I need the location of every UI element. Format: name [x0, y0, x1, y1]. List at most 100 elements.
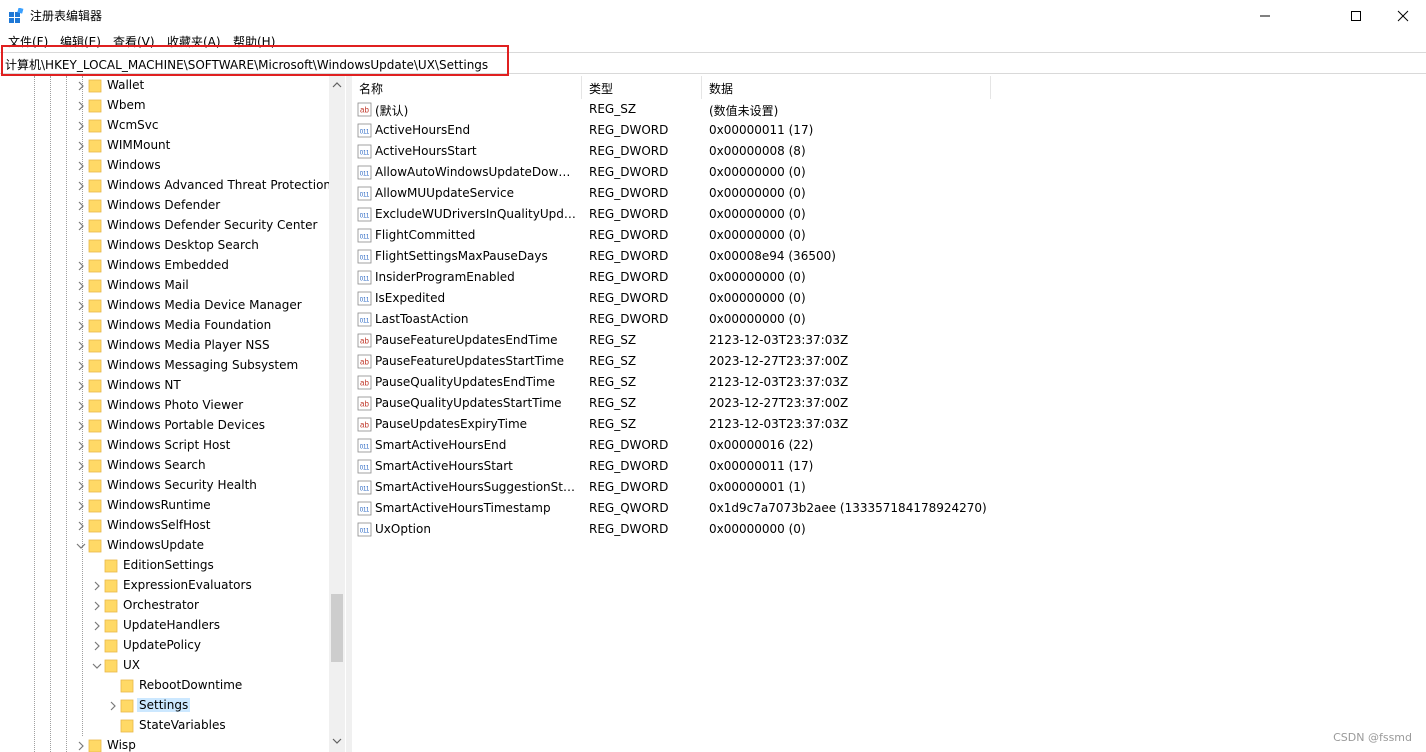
- tree-item[interactable]: Orchestrator: [0, 596, 330, 616]
- close-button[interactable]: [1380, 0, 1426, 31]
- tree-item[interactable]: Windows Portable Devices: [0, 416, 330, 436]
- key-tree[interactable]: Wallet Wbem WcmSvc WIMMount Windows Windows A…: [0, 76, 346, 752]
- chevron-right-icon[interactable]: [76, 179, 86, 193]
- tree-item-label[interactable]: UpdateHandlers: [121, 618, 222, 632]
- tree-item[interactable]: UpdatePolicy: [0, 636, 330, 656]
- tree-item-label[interactable]: Windows Security Health: [105, 478, 259, 492]
- tree-item[interactable]: Windows Security Health: [0, 476, 330, 496]
- value-row[interactable]: 011 ExcludeWUDriversInQualityUpdate REG_DW…: [352, 204, 992, 225]
- value-row[interactable]: ab PauseUpdatesExpiryTime REG_SZ 2123-12-03…: [352, 414, 992, 435]
- tree-item-label[interactable]: Windows Script Host: [105, 438, 232, 452]
- tree-item[interactable]: Settings: [0, 696, 330, 716]
- tree-item-label[interactable]: Windows Desktop Search: [105, 238, 261, 252]
- tree-item[interactable]: Windows Defender: [0, 196, 330, 216]
- tree-item-label[interactable]: Windows Mail: [105, 278, 191, 292]
- tree-item[interactable]: WcmSvc: [0, 116, 330, 136]
- tree-item-label[interactable]: Windows Advanced Threat Protection: [105, 178, 333, 192]
- maximize-button[interactable]: [1333, 0, 1379, 31]
- tree-item[interactable]: UpdateHandlers: [0, 616, 330, 636]
- column-divider[interactable]: [990, 76, 991, 99]
- tree-item[interactable]: Windows Desktop Search: [0, 236, 330, 256]
- tree-item-label[interactable]: ExpressionEvaluators: [121, 578, 254, 592]
- tree-item[interactable]: Windows NT: [0, 376, 330, 396]
- tree-item[interactable]: Wallet: [0, 76, 330, 96]
- tree-item-label[interactable]: Windows: [105, 158, 163, 172]
- column-header-data[interactable]: 数据: [709, 80, 733, 97]
- tree-item-label[interactable]: Windows Messaging Subsystem: [105, 358, 300, 372]
- chevron-right-icon[interactable]: [108, 699, 118, 713]
- value-row[interactable]: ab PauseFeatureUpdatesEndTime REG_SZ 2123-1…: [352, 330, 992, 351]
- value-list[interactable]: 名称 类型 数据 ab (默认) REG_SZ (数值未设置) 011 ActiveHou…: [352, 76, 1426, 752]
- tree-item-label[interactable]: Windows Media Device Manager: [105, 298, 304, 312]
- chevron-right-icon[interactable]: [76, 479, 86, 493]
- value-row[interactable]: 011 SmartActiveHoursTimestamp REG_QWORD 0x1…: [352, 498, 992, 519]
- tree-item[interactable]: WindowsRuntime: [0, 496, 330, 516]
- chevron-right-icon[interactable]: [76, 379, 86, 393]
- chevron-right-icon[interactable]: [76, 519, 86, 533]
- value-row[interactable]: 011 SmartActiveHoursStart REG_DWORD 0x00000…: [352, 456, 992, 477]
- tree-item-label[interactable]: Wallet: [105, 78, 146, 92]
- column-header-type[interactable]: 类型: [589, 80, 613, 97]
- tree-item-label[interactable]: UX: [121, 658, 142, 672]
- tree-item[interactable]: Windows Advanced Threat Protection: [0, 176, 333, 196]
- tree-item[interactable]: EditionSettings: [0, 556, 330, 576]
- tree-item-label[interactable]: Wbem: [105, 98, 148, 112]
- chevron-right-icon[interactable]: [76, 299, 86, 313]
- value-row[interactable]: 011 ActiveHoursEnd REG_DWORD 0x00000011 (17…: [352, 120, 992, 141]
- tree-item-label[interactable]: Windows Media Player NSS: [105, 338, 272, 352]
- chevron-right-icon[interactable]: [76, 459, 86, 473]
- tree-item[interactable]: Wisp: [0, 736, 330, 752]
- value-row[interactable]: 011 SmartActiveHoursEnd REG_DWORD 0x0000001…: [352, 435, 992, 456]
- tree-item-label[interactable]: WindowsSelfHost: [105, 518, 212, 532]
- chevron-right-icon[interactable]: [92, 579, 102, 593]
- value-row[interactable]: 011 AllowAutoWindowsUpdateDownl... REG_DWO…: [352, 162, 992, 183]
- tree-item-label[interactable]: EditionSettings: [121, 558, 216, 572]
- tree-item[interactable]: Windows Mail: [0, 276, 330, 296]
- value-row[interactable]: ab PauseFeatureUpdatesStartTime REG_SZ 2023…: [352, 351, 992, 372]
- tree-item[interactable]: RebootDowntime: [0, 676, 330, 696]
- tree-item-label[interactable]: Windows Photo Viewer: [105, 398, 245, 412]
- tree-item[interactable]: Wbem: [0, 96, 330, 116]
- value-row[interactable]: 011 FlightSettingsMaxPauseDays REG_DWORD 0x…: [352, 246, 992, 267]
- value-row[interactable]: ab (默认) REG_SZ (数值未设置): [352, 99, 992, 120]
- value-row[interactable]: 011 IsExpedited REG_DWORD 0x00000000 (0): [352, 288, 992, 309]
- tree-item[interactable]: Windows Script Host: [0, 436, 330, 456]
- tree-item-label[interactable]: Windows Embedded: [105, 258, 231, 272]
- chevron-right-icon[interactable]: [76, 739, 86, 752]
- chevron-right-icon[interactable]: [76, 199, 86, 213]
- chevron-down-icon[interactable]: [92, 659, 102, 673]
- chevron-right-icon[interactable]: [76, 139, 86, 153]
- column-divider[interactable]: [701, 76, 702, 99]
- tree-item-label[interactable]: Wisp: [105, 738, 138, 752]
- chevron-right-icon[interactable]: [76, 419, 86, 433]
- column-divider[interactable]: [581, 76, 582, 99]
- tree-item[interactable]: WindowsUpdate: [0, 536, 330, 556]
- chevron-right-icon[interactable]: [76, 259, 86, 273]
- value-row[interactable]: 011 AllowMUUpdateService REG_DWORD 0x000000…: [352, 183, 992, 204]
- tree-item-label[interactable]: WindowsUpdate: [105, 538, 206, 552]
- scroll-down-icon[interactable]: [332, 736, 342, 746]
- tree-item-label[interactable]: Windows Media Foundation: [105, 318, 273, 332]
- value-row[interactable]: 011 FlightCommitted REG_DWORD 0x00000000 (0…: [352, 225, 992, 246]
- tree-item-label[interactable]: WindowsRuntime: [105, 498, 213, 512]
- scroll-up-icon[interactable]: [332, 80, 342, 90]
- chevron-right-icon[interactable]: [76, 99, 86, 113]
- column-header-name[interactable]: 名称: [359, 80, 383, 97]
- tree-item-label[interactable]: StateVariables: [137, 718, 228, 732]
- tree-item[interactable]: WIMMount: [0, 136, 330, 156]
- chevron-right-icon[interactable]: [92, 599, 102, 613]
- value-row[interactable]: 011 LastToastAction REG_DWORD 0x00000000 (0…: [352, 309, 992, 330]
- chevron-right-icon[interactable]: [92, 619, 102, 633]
- chevron-right-icon[interactable]: [76, 339, 86, 353]
- chevron-right-icon[interactable]: [76, 159, 86, 173]
- chevron-right-icon[interactable]: [76, 319, 86, 333]
- tree-item[interactable]: UX: [0, 656, 330, 676]
- tree-item[interactable]: StateVariables: [0, 716, 330, 736]
- tree-item[interactable]: Windows Media Player NSS: [0, 336, 330, 356]
- tree-item-label[interactable]: Settings: [137, 698, 191, 712]
- value-row[interactable]: 011 InsiderProgramEnabled REG_DWORD 0x00000…: [352, 267, 992, 288]
- tree-item[interactable]: ExpressionEvaluators: [0, 576, 330, 596]
- tree-item-label[interactable]: Windows NT: [105, 378, 183, 392]
- tree-item[interactable]: Windows: [0, 156, 330, 176]
- tree-item-label[interactable]: WIMMount: [105, 138, 172, 152]
